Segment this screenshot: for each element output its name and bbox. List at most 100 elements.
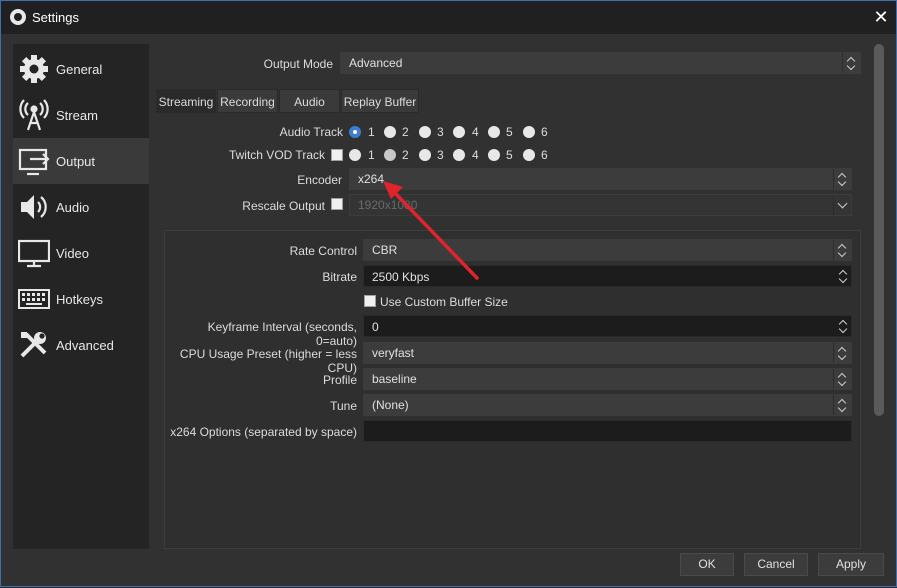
x264-options-label: x264 Options (separated by space) [170,425,357,439]
tab-replay-buffer[interactable]: Replay Buffer [341,89,419,113]
profile-label: Profile [322,373,357,387]
audio-track-radio-6[interactable] [523,126,535,138]
vod-track-number: 5 [506,148,513,162]
twitch-vod-checkbox[interactable] [331,149,343,161]
sidebar-item-advanced[interactable]: Advanced [13,322,149,368]
rescale-resolution-select: 1920x1080 [349,194,852,216]
ok-button[interactable]: OK [680,553,734,576]
cpu-preset-select[interactable]: veryfast [363,342,852,364]
tab-streaming[interactable]: Streaming [156,89,216,113]
vod-track-radio-4[interactable] [453,149,465,161]
audio-track-radio-3[interactable] [419,126,431,138]
rate-control-value: CBR [372,243,398,257]
audio-track-radio-5[interactable] [488,126,500,138]
settings-window: Settings ✕ General Stream Output Audio V… [0,0,897,587]
select-arrows-icon [833,369,851,389]
cancel-button[interactable]: Cancel [744,553,808,576]
cpu-preset-value: veryfast [372,346,415,360]
rescale-output-label: Rescale Output [242,199,325,213]
close-button[interactable]: ✕ [867,5,895,29]
bitrate-value: 2500 Kbps [372,270,430,284]
sidebar-item-audio[interactable]: Audio [13,184,149,230]
tab-recording[interactable]: Recording [217,89,278,113]
vod-track-number: 4 [472,148,479,162]
vod-track-number: 6 [541,148,548,162]
settings-sidebar: General Stream Output Audio Video Hotkey… [13,44,149,549]
x264-options-input[interactable] [363,420,852,442]
tune-label: Tune [330,399,357,413]
vod-track-radio-1[interactable] [349,149,361,161]
output-mode-value: Advanced [349,56,403,70]
sidebar-item-general[interactable]: General [13,46,149,92]
select-arrows-icon [833,240,851,260]
bitrate-label: Bitrate [322,270,357,284]
audio-track-number: 2 [402,125,409,139]
audio-track-radio-4[interactable] [453,126,465,138]
audio-track-radio-2[interactable] [384,126,396,138]
obs-logo-icon [10,9,26,25]
chevron-down-icon [833,195,851,215]
audio-track-number: 1 [368,125,375,139]
sidebar-item-label: Video [56,245,90,261]
sidebar-item-label: Stream [56,107,98,123]
vod-track-number: 2 [402,148,409,162]
output-settings-panel: Output Mode Advanced Streaming Recording… [156,44,870,549]
output-mode-select[interactable]: Advanced [340,52,861,74]
rescale-output-checkbox[interactable] [331,198,343,210]
tune-select[interactable]: (None) [363,394,852,416]
custom-buffer-label: Use Custom Buffer Size [380,295,508,309]
vod-track-radio-2[interactable] [384,149,396,161]
settings-scrollbar[interactable] [874,44,884,549]
vod-track-number: 3 [437,148,444,162]
broadcast-icon [18,99,50,131]
profile-select[interactable]: baseline [363,368,852,390]
keyframe-interval-spinbox[interactable]: 0 [363,315,852,337]
spin-arrows-icon[interactable] [835,266,851,286]
sidebar-item-hotkeys[interactable]: Hotkeys [13,276,149,322]
audio-track-radio-1[interactable] [349,126,361,138]
output-icon [18,145,50,177]
sidebar-item-label: Hotkeys [56,291,103,307]
gear-icon [18,53,50,85]
scrollbar-thumb[interactable] [874,44,884,416]
select-arrows-icon [842,53,860,73]
rescale-resolution-value: 1920x1080 [358,198,418,212]
bitrate-spinbox[interactable]: 2500 Kbps [363,265,852,287]
custom-buffer-checkbox[interactable] [364,295,376,307]
title-bar: Settings ✕ [1,1,896,34]
select-arrows-icon [833,169,851,189]
audio-track-number: 4 [472,125,479,139]
spin-arrows-icon[interactable] [835,316,851,336]
encoder-select[interactable]: x264 [349,168,852,190]
window-title: Settings [32,10,79,25]
audio-track-label: Audio Track [279,125,343,139]
select-arrows-icon [833,395,851,415]
sidebar-item-label: Audio [56,199,90,215]
vod-track-radio-3[interactable] [419,149,431,161]
rate-control-label: Rate Control [289,244,357,258]
sidebar-item-stream[interactable]: Stream [13,92,149,138]
encoder-value: x264 [358,172,385,186]
audio-track-number: 3 [437,125,444,139]
speaker-icon [18,191,50,223]
rate-control-select[interactable]: CBR [363,239,852,261]
encoder-label: Encoder [297,173,342,187]
keyframe-interval-label: Keyframe Interval (seconds, 0=auto) [207,320,357,348]
keyframe-interval-value: 0 [372,320,379,334]
tools-icon [18,329,50,361]
twitch-vod-label: Twitch VOD Track [228,148,325,162]
vod-track-number: 1 [368,148,375,162]
sidebar-item-label: Advanced [56,337,114,353]
tab-audio[interactable]: Audio [279,89,340,113]
vod-track-radio-6[interactable] [523,149,535,161]
sidebar-item-label: General [56,61,103,77]
encoder-settings-group: Rate Control CBR Bitrate 2500 Kbps Use C… [164,230,861,549]
output-mode-label: Output Mode [263,57,333,71]
keyboard-icon [18,283,50,315]
apply-button[interactable]: Apply [818,553,884,576]
select-arrows-icon [833,343,851,363]
sidebar-item-video[interactable]: Video [13,230,149,276]
sidebar-item-output[interactable]: Output [13,138,149,184]
vod-track-radio-5[interactable] [488,149,500,161]
profile-value: baseline [372,372,417,386]
